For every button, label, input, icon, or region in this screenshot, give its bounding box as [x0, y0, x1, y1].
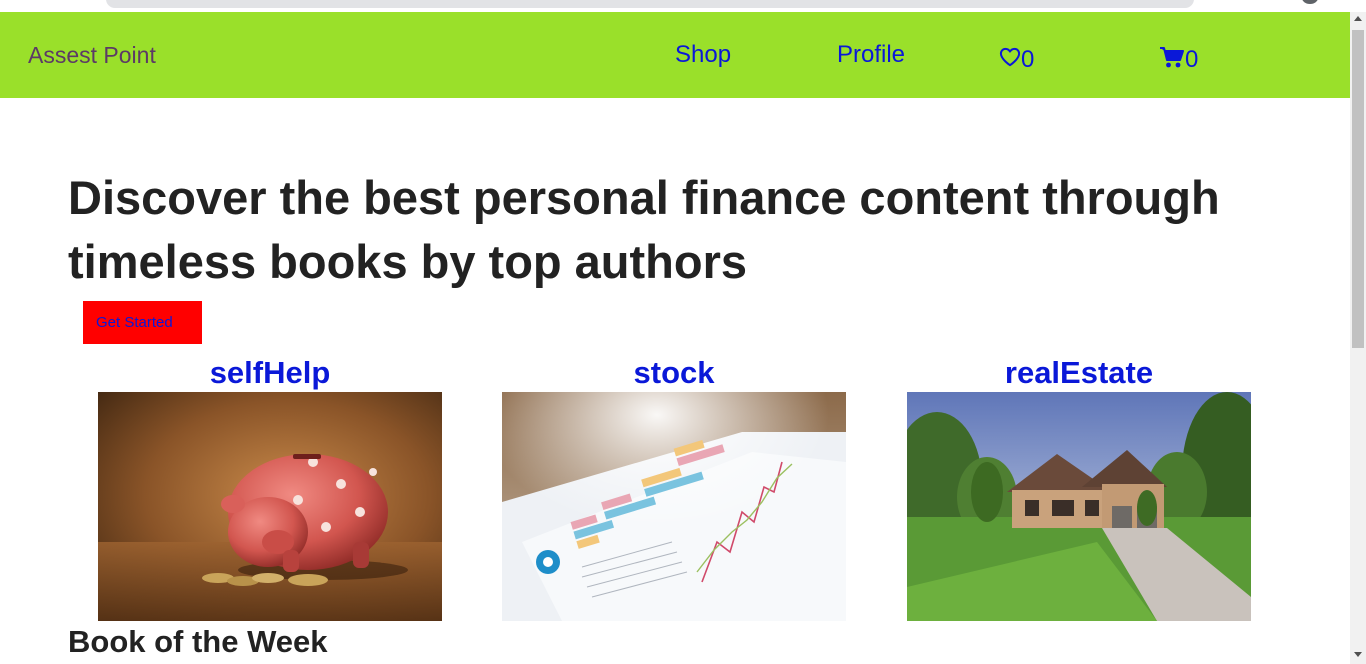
category-title-realestate[interactable]: realEstate: [907, 354, 1251, 392]
account-icon[interactable]: [1302, 0, 1318, 4]
wishlist-count: 0: [1021, 46, 1035, 73]
nav-profile-link[interactable]: Profile: [837, 41, 905, 69]
category-title-stock[interactable]: stock: [502, 354, 846, 392]
category-card-stock[interactable]: stock: [502, 354, 846, 621]
nav-shop-link[interactable]: Shop: [675, 41, 731, 69]
house-image[interactable]: [907, 392, 1251, 621]
heart-icon: [999, 47, 1021, 67]
wishlist-button[interactable]: 0: [999, 40, 1034, 74]
browser-top-strip: [0, 0, 1350, 12]
cart-icon: [1159, 45, 1185, 69]
page-scrollbar[interactable]: [1350, 12, 1366, 664]
cart-button[interactable]: 0: [1159, 40, 1198, 74]
hero-title: Discover the best personal finance conte…: [68, 171, 1220, 288]
cart-count: 0: [1185, 46, 1199, 73]
scroll-up-arrow-icon[interactable]: [1354, 16, 1362, 21]
scroll-thumb[interactable]: [1352, 30, 1364, 348]
scroll-down-arrow-icon[interactable]: [1354, 652, 1362, 657]
brand-name[interactable]: Assest Point: [28, 42, 156, 69]
get-started-button[interactable]: Get Started: [83, 301, 202, 344]
category-card-selfhelp[interactable]: selfHelp: [98, 354, 442, 621]
book-of-the-week-heading: Book of the Week: [68, 624, 328, 659]
stock-chart-image[interactable]: [502, 392, 846, 621]
navbar: Assest Point Shop Profile 0 0: [0, 12, 1350, 98]
category-card-realestate[interactable]: realEstate: [907, 354, 1251, 621]
piggy-bank-image[interactable]: [98, 392, 442, 621]
address-bar[interactable]: [106, 0, 1194, 8]
category-title-selfhelp[interactable]: selfHelp: [98, 354, 442, 392]
